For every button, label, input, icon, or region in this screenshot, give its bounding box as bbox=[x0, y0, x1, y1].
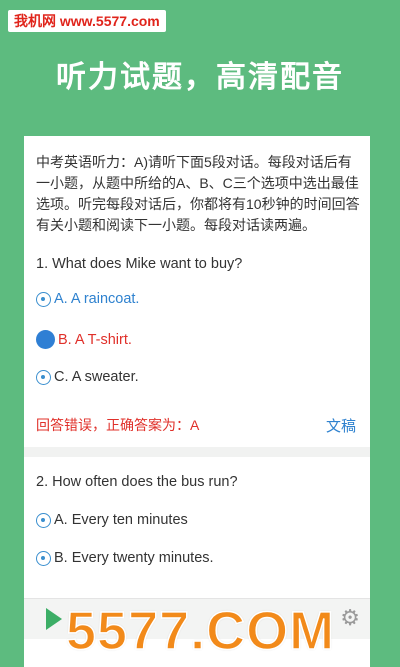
section-divider bbox=[24, 447, 370, 457]
listening-instructions: 中考英语听力：A)请听下面5段对话。每段对话后有一小题，从题中所给的A、B、C三… bbox=[36, 154, 360, 233]
question-2-option-a[interactable]: A. Every ten minutes bbox=[36, 512, 188, 528]
question-1-option-a[interactable]: A. A raincoat. bbox=[36, 291, 139, 307]
option-label: C. A sweater. bbox=[54, 369, 139, 385]
transcript-link[interactable]: 文稿 bbox=[326, 415, 356, 436]
option-label: B. A T-shirt. bbox=[58, 331, 132, 348]
hero-title: 听力试题，高清配音 bbox=[56, 61, 344, 94]
radio-selected-icon bbox=[36, 330, 55, 349]
radio-unselected-icon bbox=[36, 369, 51, 385]
radio-unselected-icon bbox=[36, 291, 51, 307]
settings-gear-icon[interactable]: ⚙ bbox=[340, 605, 360, 631]
watermark-bottom: 5577.COM bbox=[65, 600, 336, 662]
play-icon[interactable] bbox=[46, 608, 62, 630]
radio-unselected-icon bbox=[36, 512, 51, 528]
question-2-text: 2. How often does the bus run? bbox=[36, 474, 238, 490]
option-label: A. Every ten minutes bbox=[54, 512, 188, 528]
option-label: B. Every twenty minutes. bbox=[54, 550, 214, 566]
watermark-top: 我机网 www.5577.com bbox=[8, 10, 166, 32]
radio-unselected-icon bbox=[36, 550, 51, 566]
question-card: 中考英语听力：A)请听下面5段对话。每段对话后有一小题，从题中所给的A、B、C三… bbox=[24, 136, 370, 667]
question-1-text: 1. What does Mike want to buy? bbox=[36, 256, 243, 272]
answer-feedback: 回答错误，正确答案为：A bbox=[36, 417, 200, 433]
question-1-option-b[interactable]: B. A T-shirt. bbox=[36, 330, 132, 349]
question-1-option-c[interactable]: C. A sweater. bbox=[36, 369, 139, 385]
option-label: A. A raincoat. bbox=[54, 291, 140, 307]
question-2-option-b[interactable]: B. Every twenty minutes. bbox=[36, 550, 214, 566]
